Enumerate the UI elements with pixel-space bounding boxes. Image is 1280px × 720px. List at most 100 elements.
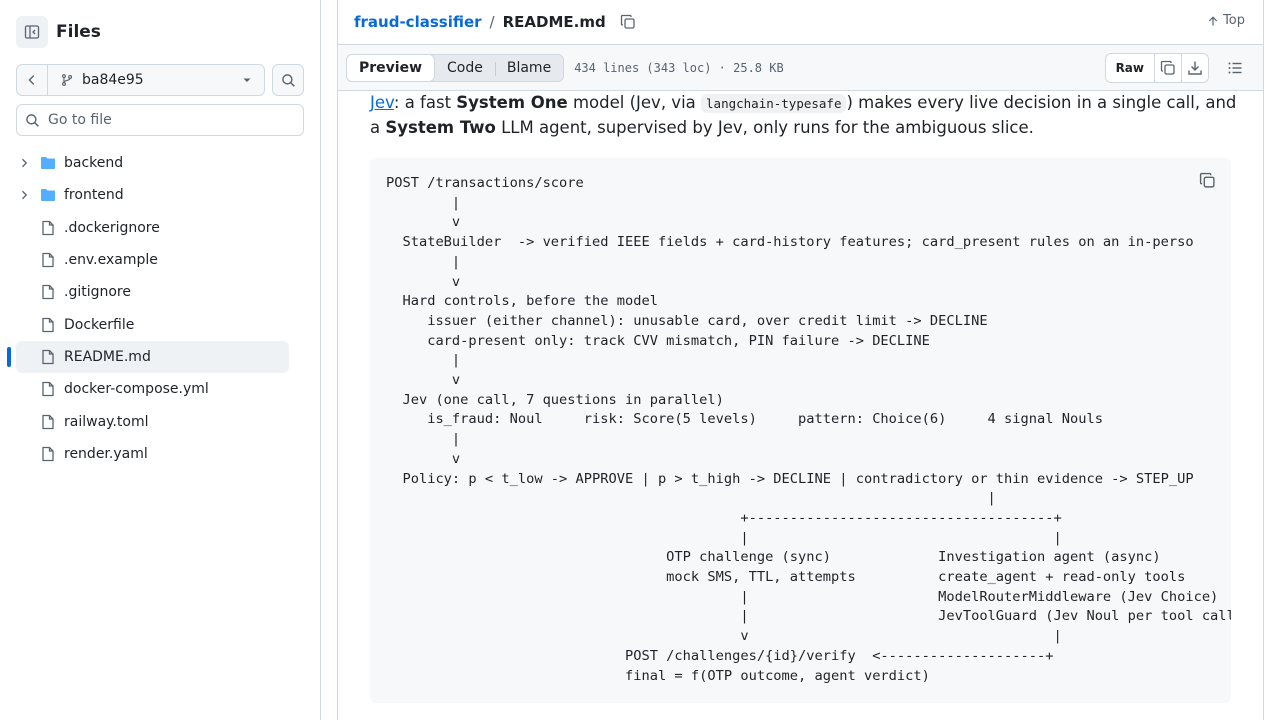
branch-group: ba84e95 xyxy=(16,64,265,96)
tree-item-env-example[interactable]: .env.example xyxy=(16,244,289,276)
readme-content: Jev: a fast System One model (Jev, via l… xyxy=(338,91,1263,720)
file-icon xyxy=(40,284,56,300)
folder-icon xyxy=(40,155,56,171)
file-actions: Raw xyxy=(1104,53,1247,83)
code-line: v xyxy=(386,214,461,231)
file-action-group: Raw xyxy=(1104,53,1209,83)
caret-down-icon xyxy=(243,78,251,82)
download-button[interactable] xyxy=(1181,54,1208,82)
code-line: v | xyxy=(386,628,1062,645)
copy-icon xyxy=(1160,60,1175,75)
sidebar-header: Files xyxy=(16,16,101,48)
code-line: POST /transactions/score xyxy=(386,175,584,191)
intro-text: LLM agent, supervised by Jev, only runs … xyxy=(495,118,1034,137)
code-line: issuer (either channel): unusable card, … xyxy=(386,312,988,329)
code-line: final = f(OTP outcome, agent verdict) xyxy=(386,667,930,684)
tree-item-label: .dockerignore xyxy=(64,219,160,236)
list-unordered-icon xyxy=(1228,62,1242,74)
code-line: | xyxy=(386,352,461,369)
download-icon xyxy=(1188,61,1202,75)
copy-path-button[interactable] xyxy=(620,14,636,30)
file-tree: backend frontend .dockerignore .env.exam… xyxy=(7,147,289,470)
code-line: mock SMS, TTL, attempts create_agent + r… xyxy=(386,569,1186,586)
tree-item-label: .env.example xyxy=(64,252,158,269)
tree-item-backend[interactable]: backend xyxy=(16,147,289,179)
branch-row: ba84e95 xyxy=(16,64,304,96)
sidebar-title: Files xyxy=(56,22,101,42)
code-line: card-present only: track CVV mismatch, P… xyxy=(386,332,930,349)
branch-selector[interactable]: ba84e95 xyxy=(48,65,264,95)
tree-item-label: docker-compose.yml xyxy=(64,381,209,398)
collapse-sidebar-button[interactable] xyxy=(16,16,48,48)
branch-back-button[interactable] xyxy=(17,65,48,95)
readme-intro-paragraph: Jev: a fast System One model (Jev, via l… xyxy=(370,91,1240,140)
search-icon xyxy=(281,73,295,87)
tree-item-label: README.md xyxy=(64,348,151,365)
file-sidebar: Files ba84e95 backend fr xyxy=(0,0,321,720)
code-line: Hard controls, before the model xyxy=(386,293,658,310)
code-line: | JevToolGuard (Jev Noul per tool call xyxy=(386,608,1231,625)
tree-item-docker-compose[interactable]: docker-compose.yml xyxy=(16,373,289,405)
tree-item-label: Dockerfile xyxy=(64,316,135,333)
code-line: +-------------------------------------+ xyxy=(386,509,1062,526)
tree-item-label: frontend xyxy=(64,187,124,204)
intro-text: : a fast xyxy=(393,93,457,112)
copy-code-button[interactable] xyxy=(1197,170,1217,190)
file-icon xyxy=(40,252,56,268)
code-line: StateBuilder -> verified IEEE fields + c… xyxy=(386,234,1194,251)
tab-code[interactable]: Code xyxy=(435,55,495,81)
code-line: | xyxy=(386,431,461,448)
intro-inline-code: langchain-typesafe xyxy=(701,94,847,113)
code-line: Policy: p < t_low -> APPROVE | p > t_hig… xyxy=(386,470,1194,487)
go-to-file-input[interactable] xyxy=(48,112,288,128)
copy-icon xyxy=(1199,172,1215,188)
file-meta: 434 lines (343 loc) · 25.8 KB xyxy=(574,60,784,75)
tree-item-label: railway.toml xyxy=(64,413,149,430)
chevron-left-icon xyxy=(28,75,35,85)
code-line: OTP challenge (sync) Investigation agent… xyxy=(386,549,1161,566)
architecture-code-block: POST /transactions/score | v StateBuilde… xyxy=(370,158,1231,703)
outline-button[interactable] xyxy=(1223,56,1247,80)
chevron-right-icon[interactable] xyxy=(16,189,32,201)
tree-item-readme[interactable]: README.md xyxy=(7,340,289,374)
tree-item-dockerignore[interactable]: .dockerignore xyxy=(16,212,289,244)
tree-item-render[interactable]: render.yaml xyxy=(16,438,289,470)
code-line: v xyxy=(386,372,461,389)
folder-icon xyxy=(40,187,56,203)
tree-item-dockerfile[interactable]: Dockerfile xyxy=(16,308,289,340)
git-branch-icon xyxy=(61,74,73,86)
chevron-right-icon[interactable] xyxy=(16,157,32,169)
intro-text: model (Jev, via xyxy=(567,93,702,112)
file-icon xyxy=(40,446,56,462)
top-link[interactable]: Top xyxy=(1207,13,1245,28)
tree-item-railway[interactable]: railway.toml xyxy=(16,405,289,437)
breadcrumb-separator: / xyxy=(489,13,495,31)
code-line: | | xyxy=(386,529,1062,546)
file-viewer: fraud-classifier / README.md Top Preview… xyxy=(337,0,1264,720)
search-button[interactable] xyxy=(272,64,304,96)
breadcrumb-file-name: README.md xyxy=(502,13,606,31)
copy-raw-button[interactable] xyxy=(1154,54,1181,82)
code-line: v xyxy=(386,273,461,290)
raw-button[interactable]: Raw xyxy=(1106,54,1154,82)
go-to-file-field[interactable] xyxy=(16,104,304,136)
tree-item-label: render.yaml xyxy=(64,445,148,462)
code-line: | ModelRouterMiddleware (Jev Choice) xyxy=(386,588,1219,605)
arrow-up-icon xyxy=(1208,15,1218,25)
tab-preview[interactable]: Preview xyxy=(346,53,436,82)
copy-icon xyxy=(620,14,635,29)
branch-name: ba84e95 xyxy=(82,72,144,88)
file-toolbar: Preview Code Blame 434 lines (343 loc) ·… xyxy=(338,45,1263,91)
search-icon xyxy=(26,113,39,127)
top-label: Top xyxy=(1223,13,1245,28)
intro-bold: System One xyxy=(456,93,568,112)
tree-item-frontend[interactable]: frontend xyxy=(16,179,289,211)
jev-link[interactable]: Jev xyxy=(370,93,394,112)
tab-blame[interactable]: Blame xyxy=(494,55,563,81)
code-line: Jev (one call, 7 questions in parallel) xyxy=(386,391,724,408)
file-icon xyxy=(40,220,56,236)
breadcrumb-repo-link[interactable]: fraud-classifier xyxy=(354,13,482,31)
tree-item-gitignore[interactable]: .gitignore xyxy=(16,276,289,308)
file-icon xyxy=(40,349,56,365)
file-icon xyxy=(40,381,56,397)
